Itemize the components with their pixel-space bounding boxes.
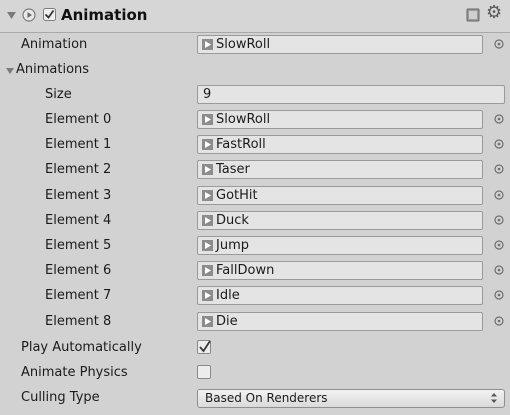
animation-field[interactable]: SlowRoll [197,35,483,54]
component-title: Animation [61,6,148,24]
animate-physics-row: Animate Physics [0,361,510,386]
animate-physics-label: Animate Physics [21,365,128,380]
animations-foldout-label: Animations [16,62,90,77]
size-row: Size 9 [0,83,510,108]
foldout-arrow-icon[interactable] [6,68,14,75]
component-enabled-checkbox[interactable] [43,8,56,21]
element-row: Element 3 GotHit [0,184,510,209]
element-row: Element 1 FastRoll [0,133,510,158]
element-label: Element 3 [45,187,112,203]
object-picker-icon[interactable] [494,265,504,275]
culling-type-value: Based On Renderers [205,391,328,405]
element-label: Element 7 [45,288,112,304]
animation-clip-icon [202,265,213,277]
culling-type-dropdown[interactable]: Based On Renderers [197,389,505,408]
animation-clip-icon [202,189,213,201]
animation-component-inspector: Animation ⚙ Animation SlowRoll Animation… [0,0,510,415]
element-value: Idle [216,288,240,304]
dropdown-arrows-icon [491,393,497,403]
object-picker-icon[interactable] [494,39,504,49]
animation-clip-icon [202,290,213,302]
element-value: Die [216,313,238,329]
element-label: Element 2 [45,162,112,178]
object-picker-icon[interactable] [494,315,504,326]
object-picker-icon[interactable] [494,290,504,300]
element-field[interactable]: Jump [197,236,483,255]
element-value: Duck [216,212,249,228]
element-field[interactable]: Taser [197,160,483,180]
element-row: Element 6 FallDown [0,259,510,284]
animation-clip-icon [202,164,213,176]
fold-arrow-icon[interactable] [7,12,16,20]
element-value: Taser [216,162,250,178]
play-automatically-label: Play Automatically [21,340,142,355]
component-header[interactable]: Animation ⚙ [0,0,510,33]
element-field[interactable]: Idle [197,286,483,306]
culling-type-row: Culling Type Based On Renderers [0,386,510,411]
element-row: Element 0 SlowRoll [0,108,510,133]
animation-clip-icon [202,214,213,226]
animation-clip-icon [202,114,213,125]
help-book-icon[interactable] [466,8,480,22]
element-label: Element 8 [45,313,112,329]
size-label: Size [45,87,72,102]
size-value: 9 [203,87,212,102]
animation-clip-icon [202,315,213,327]
animate-physics-checkbox[interactable] [197,365,211,379]
object-picker-icon[interactable] [494,114,504,124]
element-field[interactable]: Die [197,311,483,331]
animation-field-value: SlowRoll [216,37,271,52]
element-row: Element 7 Idle [0,284,510,309]
component-circle-icon [22,8,36,22]
animation-clip-icon [202,240,213,251]
element-label: Element 5 [45,238,112,253]
element-value: FastRoll [216,137,266,153]
element-value: FallDown [216,263,275,279]
animation-clip-icon [202,139,213,151]
culling-type-label: Culling Type [21,390,100,405]
element-field[interactable]: GotHit [197,185,483,205]
element-value: GotHit [216,187,258,203]
element-field[interactable]: Duck [197,210,483,230]
element-label: Element 6 [45,263,112,279]
element-field[interactable]: FastRoll [197,135,483,155]
object-picker-icon[interactable] [494,139,504,149]
element-row: Element 5 Jump [0,234,510,259]
play-automatically-checkbox[interactable] [197,340,211,354]
animations-foldout-row[interactable]: Animations [0,58,510,83]
gear-icon[interactable]: ⚙ [486,4,502,22]
element-field[interactable]: SlowRoll [197,110,483,129]
animation-field-label: Animation [21,37,88,52]
object-picker-icon[interactable] [494,240,504,250]
element-label: Element 0 [45,112,112,127]
object-picker-icon[interactable] [494,164,504,174]
element-label: Element 4 [45,212,112,228]
element-value: SlowRoll [216,112,271,127]
element-row: Element 2 Taser [0,158,510,183]
animation-field-row: Animation SlowRoll [0,33,510,58]
play-automatically-row: Play Automatically [0,336,510,361]
object-picker-icon[interactable] [494,215,504,225]
element-row: Element 4 Duck [0,209,510,234]
element-label: Element 1 [45,137,112,153]
animation-clip-icon [202,39,213,50]
object-picker-icon[interactable] [494,189,504,200]
size-input[interactable]: 9 [197,85,505,104]
element-value: Jump [216,238,249,253]
checkmark-icon [199,340,211,353]
element-field[interactable]: FallDown [197,261,483,281]
element-row: Element 8 Die [0,310,510,335]
